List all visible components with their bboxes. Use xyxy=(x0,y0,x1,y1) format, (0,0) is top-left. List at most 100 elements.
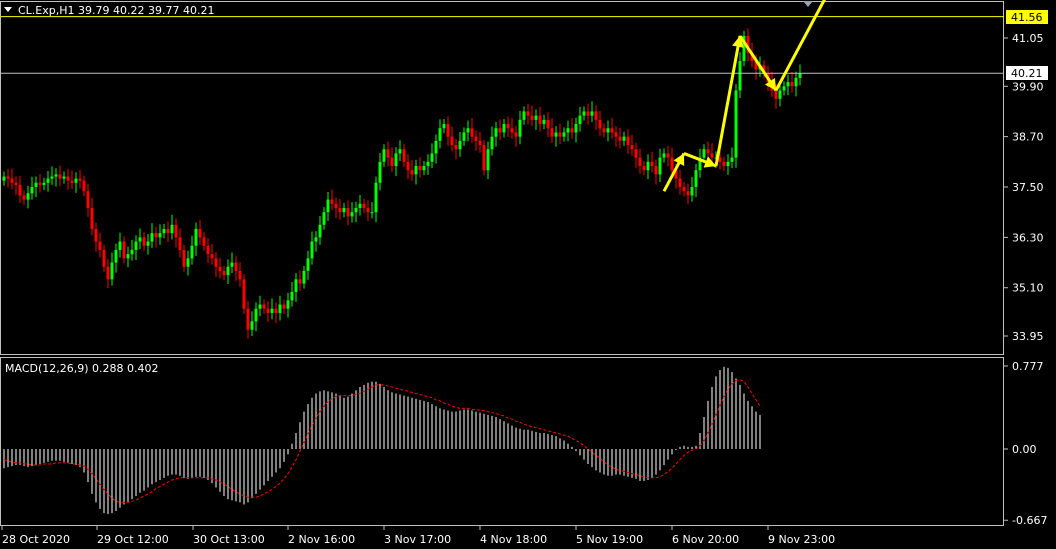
candle-body xyxy=(562,132,566,137)
candle-body xyxy=(474,136,478,141)
candle-body xyxy=(406,161,410,171)
candle-body xyxy=(470,128,474,137)
candle-body xyxy=(298,279,302,284)
candle-body xyxy=(294,279,298,292)
candle-body xyxy=(410,170,414,175)
candle-body xyxy=(154,233,158,238)
candle-body xyxy=(18,184,22,196)
candle-body xyxy=(22,195,26,200)
candle-body xyxy=(670,157,674,171)
candle-body xyxy=(110,262,114,280)
candle-body xyxy=(686,191,690,196)
candle-body xyxy=(350,212,354,217)
candle-body xyxy=(186,258,190,267)
candle-body xyxy=(422,166,426,171)
candle-body xyxy=(282,304,286,309)
candle-body xyxy=(402,149,406,162)
candle-body xyxy=(150,233,154,242)
candle-body xyxy=(710,153,714,158)
time-tick-label: 29 Oct 12:00 xyxy=(97,533,169,546)
candle-body xyxy=(438,128,442,141)
candle-body xyxy=(290,291,294,301)
candle-body xyxy=(178,237,182,250)
candle-body xyxy=(586,111,590,116)
candle-body xyxy=(362,203,366,208)
candle-body xyxy=(374,182,378,213)
candle-body xyxy=(6,176,10,179)
candle-body xyxy=(34,182,38,187)
candle-body xyxy=(10,178,14,183)
candle-body xyxy=(702,149,706,158)
candle-body xyxy=(514,132,518,137)
candle-body xyxy=(414,166,418,175)
candle-body xyxy=(214,258,218,267)
candle-body xyxy=(678,178,682,187)
candle-body xyxy=(666,153,670,158)
candle-body xyxy=(250,321,254,330)
candle-body xyxy=(582,111,586,116)
candle-body xyxy=(722,161,726,167)
candle-body xyxy=(38,182,42,185)
candle-body xyxy=(538,115,542,125)
candle-body xyxy=(442,124,446,129)
candle-body xyxy=(182,249,186,267)
candle-body xyxy=(622,136,626,141)
candle-body xyxy=(86,191,90,208)
candle-body xyxy=(190,245,194,259)
price-tick-label: 41.05 xyxy=(1012,32,1044,45)
candle-body xyxy=(246,308,250,330)
candle-body xyxy=(258,304,262,309)
candle-body xyxy=(318,224,322,238)
price-tick-label: 33.95 xyxy=(1012,330,1044,343)
candle-body xyxy=(338,207,342,213)
candle-body xyxy=(222,270,226,276)
candle-body xyxy=(602,128,606,133)
candle-body xyxy=(238,270,242,280)
candle-body xyxy=(198,228,202,238)
candle-body xyxy=(522,111,526,120)
candle-body xyxy=(234,262,238,271)
candle-body xyxy=(54,174,58,177)
candle-body xyxy=(70,180,74,183)
candle-body xyxy=(458,140,462,150)
candle-body xyxy=(654,166,658,175)
candle-body xyxy=(570,128,574,133)
candle-body xyxy=(690,187,694,196)
candle-body xyxy=(650,161,654,167)
candle-body xyxy=(46,178,50,183)
candle-body xyxy=(130,249,134,255)
candle-body xyxy=(122,241,126,259)
candle-body xyxy=(218,266,222,271)
candle-body xyxy=(426,161,430,167)
candle-body xyxy=(370,212,374,214)
candle-body xyxy=(542,119,546,125)
candle-body xyxy=(78,178,82,181)
candle-body xyxy=(62,176,66,179)
candle-body xyxy=(386,149,390,158)
candle-body xyxy=(358,203,362,208)
candle-body xyxy=(594,111,598,120)
candle-body xyxy=(262,304,266,309)
chart-background xyxy=(0,0,1056,549)
candle-body xyxy=(506,124,510,129)
candle-body xyxy=(30,187,34,194)
candle-body xyxy=(798,73,802,78)
candle-body xyxy=(694,170,698,187)
candle-body xyxy=(430,153,434,162)
candle-body xyxy=(242,279,246,309)
candle-body xyxy=(566,128,570,133)
candle-body xyxy=(270,308,274,313)
candle-body xyxy=(558,132,562,137)
candle-body xyxy=(42,182,46,185)
macd-tick-label: -0.667 xyxy=(1012,514,1047,527)
candle-body xyxy=(378,161,382,183)
candle-body xyxy=(778,90,782,99)
candle-body xyxy=(526,111,530,116)
macd-indicator-label: MACD(12,26,9) 0.288 0.402 xyxy=(5,362,159,375)
candle-body xyxy=(598,119,602,129)
candle-body xyxy=(478,140,482,146)
candle-body xyxy=(578,115,582,125)
macd-tick-label: 0.777 xyxy=(1012,360,1044,373)
candle-body xyxy=(334,203,338,208)
candle-body xyxy=(174,224,178,238)
